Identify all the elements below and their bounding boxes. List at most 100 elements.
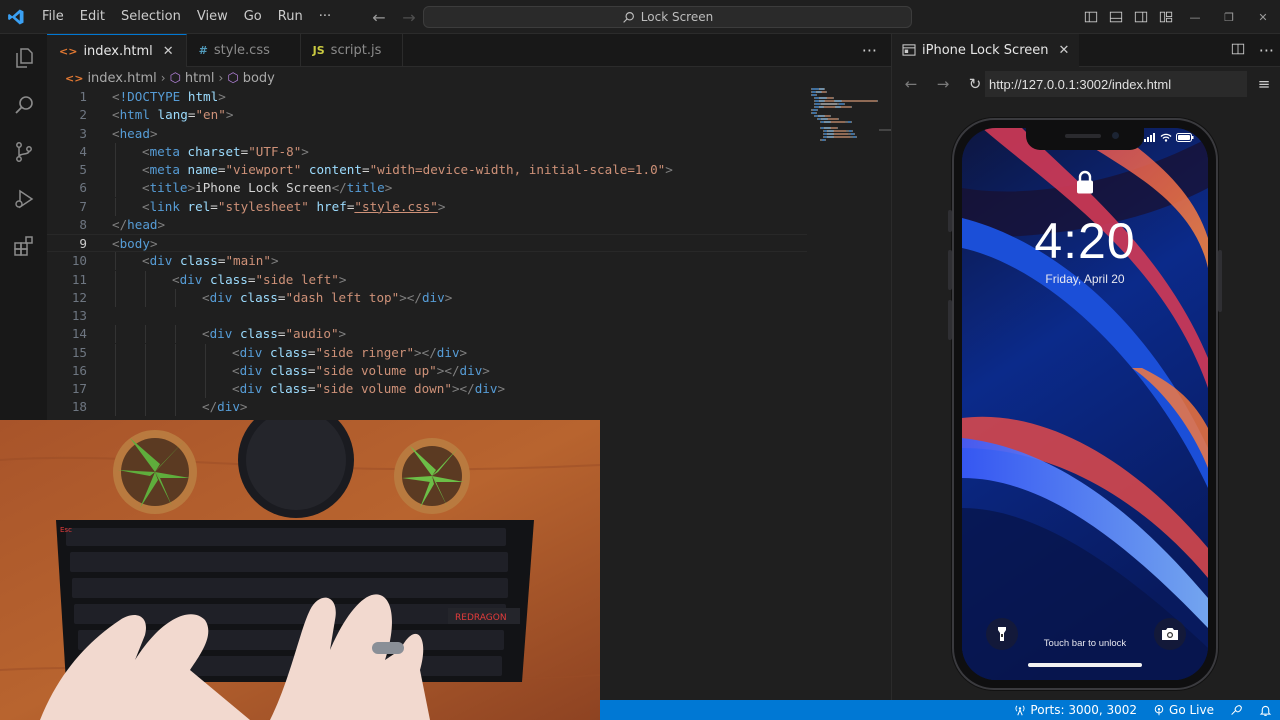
code-token: meta — [149, 162, 180, 177]
notifications-bell-icon[interactable] — [1251, 700, 1280, 720]
tab-script-js[interactable]: JS script.js — [301, 34, 403, 67]
split-editor-icon[interactable] — [1231, 41, 1245, 60]
url-input[interactable] — [985, 71, 1247, 97]
close-icon[interactable]: ✕ — [163, 44, 174, 59]
code-line[interactable]: 18 </div> — [47, 398, 807, 417]
restore-icon[interactable]: ❐ — [1212, 0, 1246, 34]
customize-layout-icon[interactable] — [1153, 0, 1178, 34]
more-actions-icon[interactable]: ··· — [862, 34, 877, 67]
html-file-icon: <> — [65, 71, 84, 85]
code-token: > — [218, 89, 226, 104]
code-token: div — [239, 344, 263, 360]
unlock-hint: Touch bar to unlock — [1043, 638, 1127, 649]
tab-style-css[interactable]: # style.css — [187, 34, 301, 67]
code-line[interactable]: 13 — [47, 307, 807, 325]
browser-back-icon[interactable]: ← — [898, 71, 924, 97]
minimap-token — [854, 133, 855, 135]
code-text: <title>iPhone Lock Screen</title> — [142, 179, 392, 197]
source-control-icon[interactable] — [0, 128, 47, 175]
minimap-token — [834, 130, 846, 132]
code-line[interactable]: 4 <meta charset="UTF-8"> — [47, 142, 807, 161]
menu-go[interactable]: Go — [236, 0, 270, 34]
ports-status[interactable]: Ports: 3000, 3002 — [1006, 700, 1145, 720]
extensions-icon[interactable] — [0, 222, 47, 269]
code-line[interactable]: 6 <title>iPhone Lock Screen</title> — [47, 179, 807, 198]
code-token: < — [172, 271, 180, 287]
line-number: 7 — [79, 198, 87, 214]
lock-screen[interactable]: 4:20 Friday, April 20 Touch bar to unloc… — [962, 128, 1208, 680]
menu-more[interactable]: ··· — [311, 0, 339, 34]
search-icon[interactable] — [0, 81, 47, 128]
chevron-right-icon: › — [218, 71, 224, 85]
menu-bar: File Edit Selection View Go Run ··· — [34, 0, 339, 34]
breadcrumb-item[interactable]: html — [185, 71, 215, 86]
vscode-logo-icon[interactable] — [0, 0, 32, 34]
code-line[interactable]: 2 <html lang="en"> — [47, 106, 807, 124]
code-line[interactable]: 7 <link rel="stylesheet" href="style.css"… — [47, 197, 807, 216]
breadcrumb-item[interactable]: index.html — [87, 71, 156, 86]
hamburger-menu-icon[interactable]: ≡ — [1254, 71, 1274, 97]
minimap[interactable] — [811, 88, 879, 198]
toggle-sidebar-icon[interactable] — [1078, 0, 1103, 34]
indent-guide — [115, 398, 116, 417]
indent-guide — [115, 361, 116, 380]
code-line[interactable]: 1 <!DOCTYPE html> — [47, 88, 807, 106]
code-line[interactable]: 17 <div class="side volume down"></div> — [47, 380, 807, 398]
menu-selection[interactable]: Selection — [113, 0, 189, 34]
menu-run[interactable]: Run — [270, 0, 311, 34]
code-token: html — [187, 89, 219, 104]
minimize-icon[interactable]: — — [1178, 0, 1212, 34]
code-token: < — [142, 253, 150, 269]
indent-guide — [145, 325, 146, 344]
explorer-icon[interactable] — [0, 34, 47, 81]
code-line[interactable]: 12 <div class="dash left top"></div> — [47, 288, 807, 307]
code-line[interactable]: 8 </head> — [47, 216, 807, 234]
browser-forward-icon[interactable]: → — [930, 71, 956, 97]
more-actions-icon[interactable]: ··· — [1259, 41, 1274, 60]
code-line[interactable]: 16 <div class="side volume up"></div> — [47, 361, 807, 380]
menu-file[interactable]: File — [34, 0, 72, 34]
toggle-secondary-sidebar-icon[interactable] — [1128, 0, 1153, 34]
code-token: content — [308, 162, 362, 177]
back-arrow-icon[interactable]: ← — [368, 8, 390, 27]
code-line[interactable]: 15 <div class="side ringer"></div> — [47, 343, 807, 362]
svg-text:Esc: Esc — [60, 526, 72, 534]
menu-edit[interactable]: Edit — [72, 0, 113, 34]
code-text: <div class="dash left top"></div> — [202, 289, 452, 307]
code-line[interactable]: 10 <div class="main"> — [47, 252, 807, 271]
home-indicator-bar[interactable] — [1028, 663, 1142, 667]
wallpaper-image — [962, 128, 1208, 680]
code-line[interactable]: 5 <meta name="viewport" content="width=de… — [47, 161, 807, 179]
code-text: <div class="side volume up"></div> — [232, 362, 490, 380]
forward-arrow-icon[interactable]: → — [398, 8, 420, 27]
code-line[interactable]: 11 <div class="side left"> — [47, 270, 807, 289]
menu-view[interactable]: View — [189, 0, 236, 34]
tab-iphone-lock-screen[interactable]: iPhone Lock Screen ✕ — [892, 33, 1080, 67]
line-number: 17 — [71, 381, 87, 396]
command-center-search[interactable]: Lock Screen — [423, 6, 912, 28]
indent-guide — [115, 161, 116, 179]
code-text: <div class="side left"> — [172, 271, 346, 289]
code-line[interactable]: 3 <head> — [47, 125, 807, 143]
toggle-panel-icon[interactable] — [1103, 0, 1128, 34]
code-line[interactable]: 9 <body> — [47, 234, 807, 253]
line-number: 16 — [71, 362, 87, 378]
code-token: title — [346, 180, 385, 196]
code-line[interactable]: 14 <div class="audio"> — [47, 325, 807, 344]
minimap-token — [837, 127, 838, 129]
close-window-icon[interactable]: ✕ — [1246, 0, 1280, 34]
code-view[interactable]: 1 <!DOCTYPE html> 2 <html lang="en"> 3 <head>… — [47, 88, 807, 417]
go-live-button[interactable]: Go Live — [1145, 700, 1222, 720]
close-icon[interactable]: ✕ — [1058, 43, 1069, 58]
tab-index-html[interactable]: <> index.html ✕ — [47, 34, 187, 67]
run-debug-icon[interactable] — [0, 175, 47, 222]
breadcrumb-item[interactable]: body — [243, 71, 275, 86]
feedback-icon[interactable] — [1222, 700, 1251, 720]
minimap-token — [812, 88, 819, 90]
code-text: </head> — [112, 216, 165, 234]
